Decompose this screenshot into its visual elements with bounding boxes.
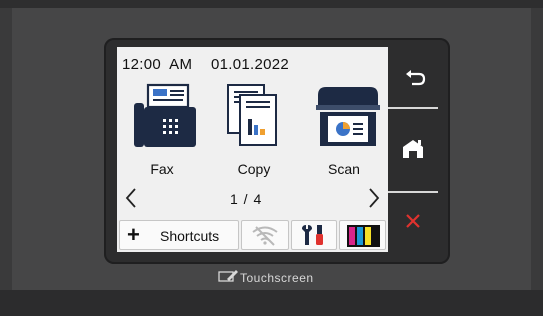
page-indicator: 1 / 4 [230,191,263,207]
scan-label: Scan [328,161,360,177]
shortcuts-button[interactable]: + Shortcuts [119,220,239,250]
touchscreen-label: Touchscreen [240,271,314,285]
copy-label: Copy [237,161,271,177]
lcd-screen: 12:00 AM 01.01.2022 Fax Copy Scan 1 / 4 … [117,47,388,252]
ink-button[interactable] [339,220,386,250]
chevron-left-icon[interactable] [124,187,138,215]
fax-app-button[interactable]: Fax [122,83,202,179]
pen-touch-icon [218,270,240,288]
status-time: 12:00 AM [122,56,193,73]
back-button[interactable] [388,47,438,107]
close-icon [388,214,438,256]
pager: 1 / 4 [117,187,388,213]
wifi-button[interactable] [241,220,289,250]
home-button[interactable] [388,109,438,191]
copy-icon [214,83,294,147]
copy-app-button[interactable]: Copy [214,83,294,179]
touchscreen-logo: Touchscreen [218,268,358,286]
device-frame-top [0,0,543,8]
tools-button[interactable] [291,220,337,250]
scan-icon [304,83,384,147]
status-date: 01.01.2022 [211,56,290,73]
fax-icon [122,83,202,147]
plus-icon: + [127,222,140,247]
chevron-right-icon[interactable] [367,187,381,215]
wifi-off-icon [242,226,288,253]
cancel-button[interactable] [388,193,438,252]
tools-icon [292,225,336,253]
ink-levels-icon [340,225,385,253]
scan-app-button[interactable]: Scan [304,83,384,179]
fax-label: Fax [150,161,174,177]
device-bottom-strip [0,290,543,316]
bottom-tray: + Shortcuts [117,217,388,252]
shortcuts-label: Shortcuts [160,228,220,244]
